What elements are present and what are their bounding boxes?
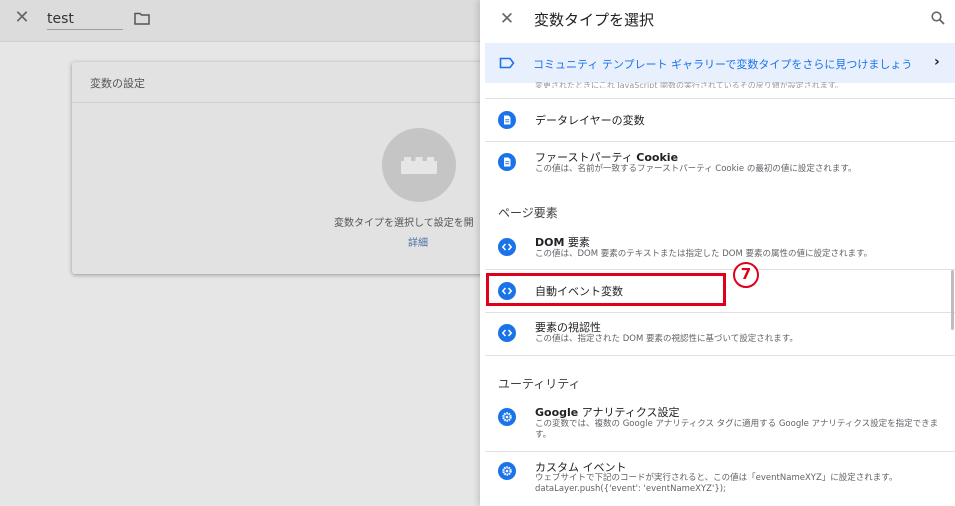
list-item-element-visibility[interactable]: 要素の視認性 この値は、指定された DOM 要素の視認性に基づいて設定されます。 — [485, 313, 955, 355]
card-title: 変数の設定 — [90, 77, 145, 90]
variable-name-input[interactable] — [47, 8, 123, 30]
banner-text: コミュニティ テンプレート ギャラリーで変数タイプをさらに見つけましょう — [533, 58, 913, 71]
learn-more-link[interactable]: 詳細 — [408, 234, 428, 249]
code-brackets-icon — [498, 324, 516, 342]
close-icon[interactable]: ✕ — [13, 9, 31, 27]
tag-outline-icon — [499, 57, 515, 69]
card-divider — [72, 102, 492, 103]
close-icon[interactable]: ✕ — [498, 10, 516, 28]
variable-type-panel: ✕ 変数タイプを選択 コミュニティ テンプレート ギャラリーで変数タイプをさらに… — [480, 0, 955, 506]
item-description: この値は、名前が一致するファーストパーティ Cookie の最初の値に設定されま… — [535, 164, 857, 174]
document-icon — [498, 111, 516, 129]
document-icon — [498, 153, 516, 171]
panel-title: 変数タイプを選択 — [534, 11, 655, 29]
list-item-first-party-cookie[interactable]: ファーストパーティ Cookie この値は、名前が一致するファーストパーティ C… — [485, 142, 955, 184]
item-title: 要素の視認性 — [535, 321, 601, 334]
gear-icon — [498, 408, 516, 426]
gear-icon — [498, 462, 516, 480]
code-brackets-icon — [498, 238, 516, 256]
list-item-datalayer-variable[interactable]: データレイヤーの変数 — [485, 99, 955, 141]
section-label-page-elements: ページ要素 — [498, 206, 558, 220]
variable-placeholder[interactable] — [382, 128, 456, 202]
annotation-step-badge: 7 — [733, 262, 759, 288]
item-description: この値は、DOM 要素のテキストまたは指定した DOM 要素の属性の値に設定され… — [535, 249, 873, 259]
panel-scrollbar[interactable] — [951, 270, 954, 330]
item-description: ウェブサイトで下記のコードが実行されると、この値は「eventNameXYZ」に… — [535, 473, 898, 494]
item-title: DOM 要素 — [535, 236, 590, 249]
editor-topbar: ✕ — [0, 0, 480, 42]
section-label-utilities: ユーティリティ — [498, 377, 581, 391]
variable-editor: ✕ 変数の設定 変数タイプを選択して設定を開 詳細 — [0, 0, 492, 506]
row-divider — [485, 355, 955, 356]
chevron-right-icon: › — [934, 54, 940, 70]
list-item-google-analytics-settings[interactable]: Google アナリティクス設定 この変数では、複数の Google アナリティ… — [485, 399, 955, 451]
panel-header: ✕ 変数タイプを選択 — [480, 0, 955, 40]
item-title: データレイヤーの変数 — [535, 114, 645, 127]
item-title: Google アナリティクス設定 — [535, 406, 680, 419]
lego-block-icon — [401, 157, 437, 174]
card-hint: 変数タイプを選択して設定を開 — [334, 218, 474, 229]
community-gallery-banner[interactable]: コミュニティ テンプレート ギャラリーで変数タイプをさらに見つけましょう › — [485, 43, 955, 83]
item-title: ファーストパーティ Cookie — [535, 151, 679, 164]
truncated-description: 変更されたときにこれ JavaScript 関数の実行されているその戻り値が設定… — [535, 82, 843, 88]
list-item-custom-event[interactable]: カスタム イベント ウェブサイトで下記のコードが実行されると、この値は「even… — [485, 452, 955, 506]
item-description: この値は、指定された DOM 要素の視認性に基づいて設定されます。 — [535, 334, 798, 344]
folder-icon[interactable] — [134, 12, 150, 25]
list-item-dom-element[interactable]: DOM 要素 この値は、DOM 要素のテキストまたは指定した DOM 要素の属性… — [485, 227, 955, 269]
annotation-highlight-box — [486, 273, 726, 306]
search-icon[interactable] — [931, 11, 945, 25]
item-description: この変数では、複数の Google アナリティクス タグに適用する Google… — [535, 419, 939, 440]
variable-config-card[interactable]: 変数の設定 変数タイプを選択して設定を開 詳細 — [72, 62, 492, 274]
